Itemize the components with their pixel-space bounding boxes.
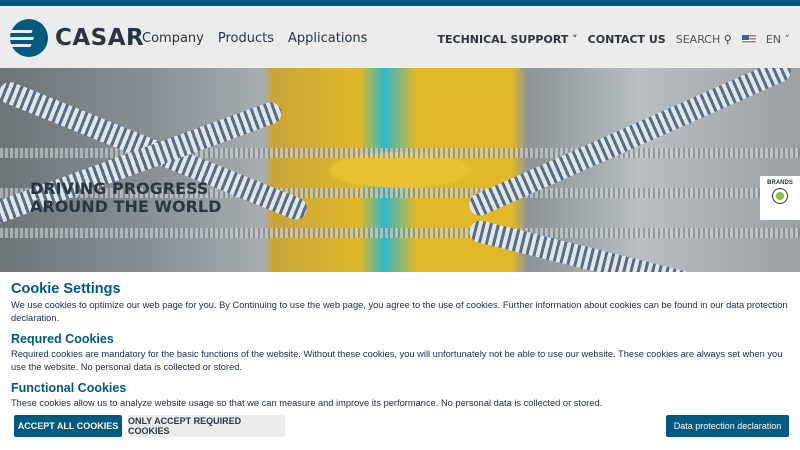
casar-logo[interactable]: CASAR — [9, 18, 144, 58]
required-cookies-text: Required cookies are mandatory for the b… — [11, 349, 783, 372]
main-nav: Company Products Applications — [142, 31, 367, 46]
language-label: EN — [765, 33, 781, 46]
accept-required-cookies-button[interactable]: ONLY ACCEPT REQUIRED COOKIES — [128, 415, 285, 437]
nav-contact-us[interactable]: CONTACT US — [588, 33, 666, 46]
technical-support-label: TECHNICAL SUPPORT — [437, 33, 569, 46]
brands-button[interactable]: BRANDS — [760, 176, 800, 220]
chevron-down-icon: ˅ — [568, 33, 578, 46]
wire-rope — [467, 218, 800, 272]
cookie-settings-panel: Cookie Settings We use cookies to optimi… — [11, 281, 791, 410]
search-button[interactable]: SEARCH ⚲ — [676, 33, 732, 46]
container-stack — [0, 228, 800, 238]
hero-title-line-2: AROUND THE WORLD — [30, 197, 222, 216]
brands-globe-icon — [772, 188, 788, 204]
search-icon: ⚲ — [723, 33, 732, 46]
brand-name: CASAR — [55, 25, 145, 51]
nav-company[interactable]: Company — [142, 31, 204, 46]
hero-banner: DRIVING PROGRESS AROUND THE WORLD BRANDS — [0, 68, 800, 272]
accept-all-cookies-button[interactable]: ACCEPT ALL COOKIES — [14, 415, 122, 437]
cookie-intro: We use cookies to optimize our web page … — [11, 300, 788, 323]
functional-cookies-text: These cookies allow us to analyze websit… — [11, 398, 603, 408]
brands-label: BRANDS — [767, 180, 793, 186]
utility-nav: TECHNICAL SUPPORT ˅ CONTACT US SEARCH ⚲ … — [437, 33, 790, 46]
search-label: SEARCH — [675, 33, 721, 46]
hero-title: DRIVING PROGRESS AROUND THE WORLD — [30, 180, 221, 216]
us-flag-icon — [741, 35, 756, 44]
nav-technical-support[interactable]: TECHNICAL SUPPORT ˅ — [437, 33, 577, 46]
chevron-down-icon: ˅ — [781, 33, 790, 46]
casar-logo-icon — [9, 19, 48, 57]
hero-title-line-1: DRIVING PROGRESS — [30, 179, 209, 198]
nav-applications[interactable]: Applications — [288, 31, 367, 46]
language-selector[interactable]: EN ˅ — [766, 33, 790, 46]
required-cookies-title: Requred Cookies — [11, 332, 114, 346]
site-header: CASAR Company Products Applications TECH… — [0, 6, 800, 68]
nav-products[interactable]: Products — [218, 31, 274, 46]
cookie-title: Cookie Settings — [11, 281, 121, 297]
data-protection-button[interactable]: Data protection declaration — [666, 415, 789, 437]
functional-cookies-title: Functional Cookies — [11, 381, 127, 395]
